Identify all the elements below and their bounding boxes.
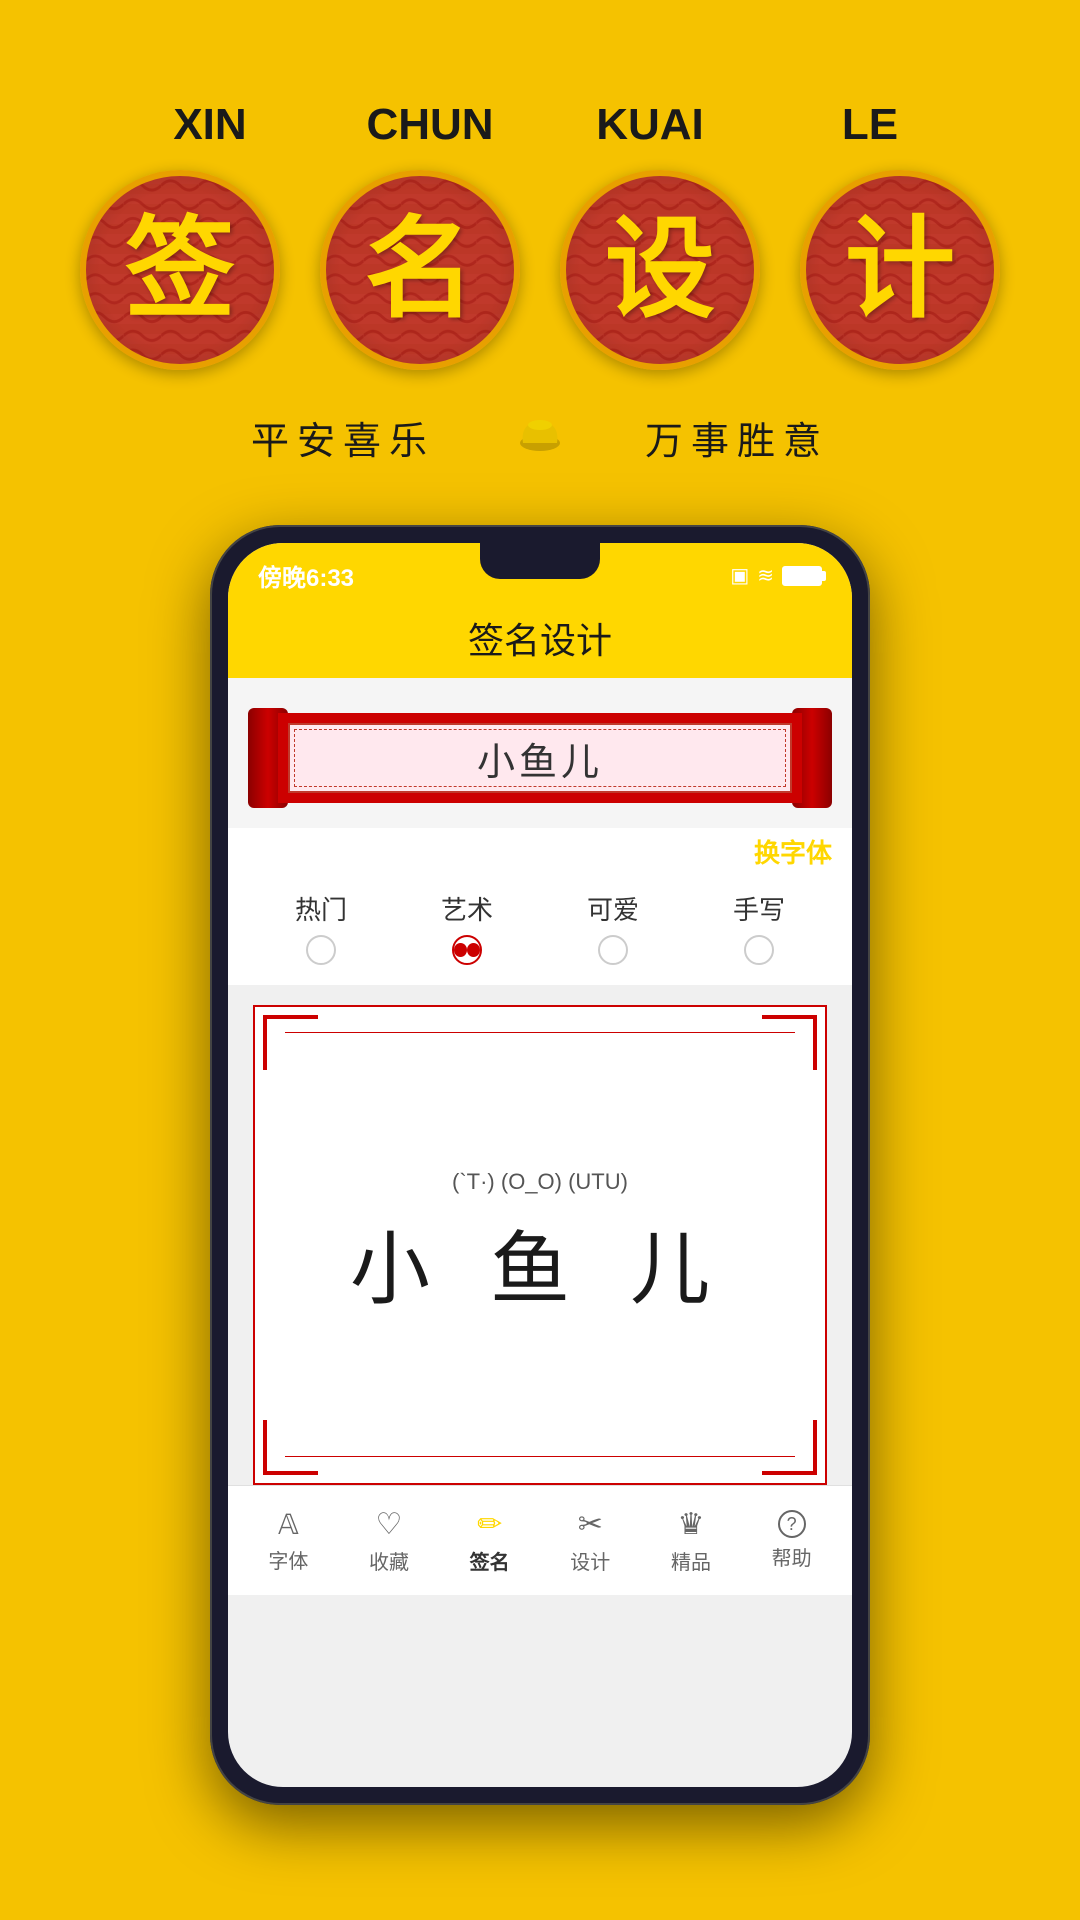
stamp-ming: 名 (320, 170, 520, 370)
subtitle-right: 万事胜意 (645, 410, 829, 465)
nav-font-icon: 𝔸 (278, 1508, 299, 1541)
subtitle-row: 平安喜乐 万事胜意 (251, 410, 829, 465)
nav-collect-label: 收藏 (369, 1546, 409, 1575)
nav-premium-icon: ♛ (678, 1507, 705, 1542)
nav-sign[interactable]: ✏ 签名 (470, 1507, 510, 1575)
scroll-text-box: 小鱼儿 (288, 723, 792, 793)
stamp-qian: 签 (80, 170, 280, 370)
tab-shoxie-dot (744, 935, 774, 965)
nav-help-label: 帮助 (772, 1542, 812, 1571)
nav-help-icon: ? (778, 1510, 806, 1538)
font-tabs: 热门 艺术 可爱 手写 (228, 875, 852, 985)
tab-yishu[interactable]: 艺术 (441, 890, 493, 965)
corner-tl (263, 1015, 318, 1070)
corner-bl (263, 1420, 318, 1475)
scroll-name: 小鱼儿 (477, 731, 603, 786)
bottom-nav: 𝔸 字体 ♡ 收藏 ✏ 签名 ✂ 设计 ♛ 精品 (228, 1485, 852, 1595)
corner-tr (762, 1015, 817, 1070)
tab-shoxie[interactable]: 手写 (733, 890, 785, 965)
tab-remen-dot (306, 935, 336, 965)
phone-wrapper: 傍晚6:33 ▣ ≋ 签名设计 小鱼儿 (0, 525, 1080, 1805)
stamp-ji: 计 (800, 170, 1000, 370)
tab-yishu-dot (452, 935, 482, 965)
nav-font-label: 字体 (268, 1545, 308, 1574)
phone-screen: 傍晚6:33 ▣ ≋ 签名设计 小鱼儿 (228, 543, 852, 1787)
tab-remen[interactable]: 热门 (295, 890, 347, 965)
app-header: 签名设计 (228, 598, 852, 678)
pinyin-le: LE (790, 100, 950, 150)
tab-keai[interactable]: 可爱 (587, 890, 639, 965)
battery-icon (782, 566, 822, 586)
app-title: 签名设计 (468, 612, 612, 664)
preview-content-area: (`T·) (O_O) (UTU) 小 鱼 儿 (255, 1007, 825, 1483)
pinyin-chun: CHUN (350, 100, 510, 150)
tab-remen-label: 热门 (295, 890, 347, 927)
nav-design[interactable]: ✂ 设计 (570, 1507, 610, 1575)
char-ming: 名 (365, 215, 475, 325)
stamp-she: 设 (560, 170, 760, 370)
preview-emoticons: (`T·) (O_O) (UTU) (452, 1169, 628, 1195)
top-section: XIN CHUN KUAI LE 签 (0, 0, 1080, 505)
preview-wrapper: (`T·) (O_O) (UTU) 小 鱼 儿 (228, 985, 852, 1485)
phone-frame: 傍晚6:33 ▣ ≋ 签名设计 小鱼儿 (210, 525, 870, 1805)
nav-design-label: 设计 (570, 1546, 610, 1575)
preview-box: (`T·) (O_O) (UTU) 小 鱼 儿 (253, 1005, 827, 1485)
nav-sign-label: 签名 (470, 1546, 510, 1575)
wifi-icon: ▣ (730, 563, 749, 588)
inner-line-top (285, 1032, 795, 1034)
tab-keai-dot (598, 935, 628, 965)
tab-keai-label: 可爱 (587, 890, 639, 927)
nav-premium[interactable]: ♛ 精品 (671, 1507, 711, 1575)
tab-shoxie-label: 手写 (733, 890, 785, 927)
scroll-decoration: 小鱼儿 (248, 698, 832, 818)
nav-design-icon: ✂ (578, 1507, 603, 1542)
nav-sign-icon: ✏ (477, 1507, 502, 1542)
tab-yishu-label: 艺术 (441, 890, 493, 927)
status-time: 傍晚6:33 (258, 558, 354, 593)
scroll-inner: 小鱼儿 (278, 713, 802, 803)
preview-name: 小 鱼 儿 (350, 1205, 730, 1321)
scroll-banner: 小鱼儿 (228, 678, 852, 828)
change-font-button[interactable]: 换字体 (754, 838, 832, 868)
ingot-icon (515, 413, 565, 463)
pinyin-row: XIN CHUN KUAI LE (130, 100, 950, 150)
corner-br (762, 1420, 817, 1475)
nav-premium-label: 精品 (671, 1546, 711, 1575)
phone-notch (480, 543, 600, 579)
status-icons: ▣ ≋ (730, 563, 822, 588)
char-qian: 签 (125, 215, 235, 325)
change-font-bar: 换字体 (228, 828, 852, 875)
char-she: 设 (605, 215, 715, 325)
pinyin-xin: XIN (130, 100, 290, 150)
circles-row: 签 名 设 (80, 170, 1000, 370)
subtitle-left: 平安喜乐 (251, 410, 435, 465)
nav-collect[interactable]: ♡ 收藏 (369, 1507, 409, 1575)
char-ji: 计 (845, 215, 955, 325)
signal-icon: ≋ (757, 563, 774, 588)
pinyin-kuai: KUAI (570, 100, 730, 150)
inner-line-bottom (285, 1456, 795, 1458)
nav-help[interactable]: ? 帮助 (772, 1510, 812, 1571)
nav-collect-icon: ♡ (376, 1507, 403, 1542)
nav-font[interactable]: 𝔸 字体 (268, 1508, 308, 1574)
